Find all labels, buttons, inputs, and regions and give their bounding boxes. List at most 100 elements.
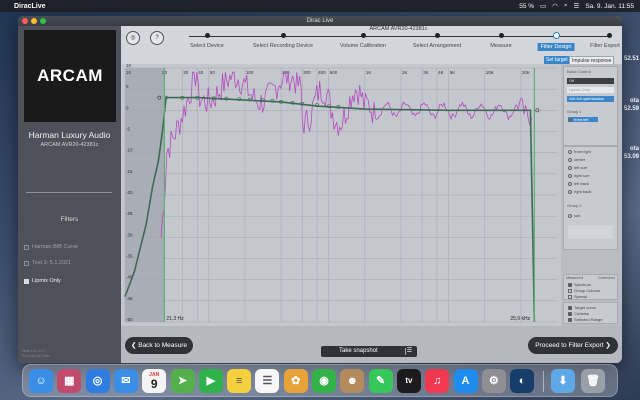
graph-canvas[interactable]: 10203040501002003004005001K2K3K4K5K10K20…: [121, 64, 561, 326]
step-dot[interactable]: [281, 33, 286, 38]
option-spread[interactable]: Spread: [568, 294, 587, 299]
radio-icon[interactable]: [568, 117, 572, 122]
step-select-device[interactable]: Select Device: [190, 43, 224, 49]
step-volume-calibration[interactable]: Volume Calibration: [340, 43, 386, 49]
channel-sub[interactable]: sub: [568, 213, 580, 218]
checkbox-icon[interactable]: [568, 317, 572, 322]
findmy-icon[interactable]: ◉: [312, 369, 336, 393]
step-select-recording-device[interactable]: Select Recording Device: [253, 43, 313, 49]
snapshot-menu-icon[interactable]: ☰: [405, 348, 413, 355]
channel-front-right[interactable]: front right: [568, 149, 591, 154]
take-snapshot-button[interactable]: Take snapshot ☰: [321, 346, 417, 357]
proceed-to-filter-export-button[interactable]: Proceed to Filter Export ❯: [528, 337, 618, 354]
radio-icon[interactable]: [568, 181, 572, 186]
downloads-icon[interactable]: ⬇: [551, 369, 575, 393]
music-icon[interactable]: ♫: [425, 369, 450, 393]
channel-label: right surr: [574, 173, 590, 178]
full-optimisation-button[interactable]: Get full optimisation: [567, 96, 614, 102]
sidebar-divider: [26, 192, 112, 193]
zoom-window-icon[interactable]: [40, 18, 46, 24]
option-target-curve[interactable]: Target curve: [568, 305, 596, 310]
checkbox-icon[interactable]: [568, 305, 572, 310]
filter-item[interactable]: Harman BtB Curve: [24, 244, 78, 250]
eq-icon[interactable]: ◎: [126, 31, 140, 45]
checkbox-icon[interactable]: [568, 311, 572, 316]
reminders-icon[interactable]: ☰: [255, 369, 280, 393]
channel-center[interactable]: center: [568, 157, 585, 162]
step-select-arrangement[interactable]: Select Arrangement: [413, 43, 461, 49]
filter-checkbox[interactable]: [24, 244, 29, 250]
step-filter-export[interactable]: Filter Export: [590, 43, 620, 49]
calendar-icon[interactable]: JAN 9: [142, 369, 167, 393]
channel-front-left[interactable]: front left: [568, 117, 599, 122]
diraclive-icon[interactable]: ◐: [510, 369, 535, 393]
radio-icon[interactable]: [568, 165, 572, 170]
channel-left-surr[interactable]: left surr: [568, 165, 587, 170]
group-slider-track[interactable]: [568, 225, 613, 239]
lipmix-only-button[interactable]: Lipmix Only: [567, 87, 614, 93]
battery-icon[interactable]: ▭: [540, 2, 546, 10]
step-dot[interactable]: [435, 33, 440, 38]
radio-icon[interactable]: [568, 213, 572, 218]
wifi-icon[interactable]: ◠: [552, 2, 558, 10]
freq-tick-label: 50: [210, 70, 216, 75]
device-title: ARCAM AVR20-42381c: [369, 26, 428, 32]
corrected-head: Corrected: [598, 276, 615, 280]
mail-icon[interactable]: ✉: [113, 369, 138, 393]
app-menu-title[interactable]: DiracLive: [14, 3, 46, 10]
notes-icon[interactable]: ≡: [227, 369, 252, 393]
close-window-icon[interactable]: [22, 18, 28, 24]
option-spectrum[interactable]: Spectrum: [568, 282, 591, 287]
filter-checkbox[interactable]: [24, 278, 29, 284]
systemprefs-icon[interactable]: ⚙: [481, 369, 506, 393]
minimize-window-icon[interactable]: [31, 18, 37, 24]
checkbox-icon[interactable]: [568, 294, 572, 299]
safari-icon[interactable]: ◎: [85, 369, 110, 393]
radio-icon[interactable]: [568, 189, 572, 194]
step-filter-design[interactable]: Filter Design: [537, 43, 575, 51]
contacts-icon[interactable]: ☻: [340, 369, 365, 393]
checkbox-icon[interactable]: [568, 282, 572, 287]
channel-right-surr[interactable]: right surr: [568, 173, 590, 178]
photos-icon[interactable]: ✿: [283, 369, 308, 393]
option-group-colours[interactable]: Group Colours: [568, 288, 600, 293]
wallpaper-readout: ota: [630, 98, 639, 104]
frequency-response-graph[interactable]: 10203040501002003004005001K2K3K4K5K10K20…: [121, 64, 561, 326]
filter-checkbox[interactable]: [24, 260, 29, 266]
step-dot[interactable]: [499, 33, 504, 38]
filter-item[interactable]: Test 3: 5.1.2021: [24, 260, 71, 266]
channel-left-back[interactable]: left back: [568, 181, 589, 186]
trash-icon[interactable]: 🗑: [581, 369, 605, 393]
radio-icon[interactable]: [568, 149, 572, 154]
radio-icon[interactable]: [568, 157, 572, 162]
battery-percent[interactable]: 55 %: [519, 3, 534, 10]
search-icon[interactable]: ⌕: [564, 2, 568, 10]
maps-icon[interactable]: ➤: [170, 369, 195, 393]
off-button[interactable]: Off: [567, 78, 614, 84]
step-dot-current[interactable]: [553, 32, 560, 39]
radio-icon[interactable]: [568, 173, 572, 178]
step-dot[interactable]: [361, 33, 366, 38]
step-dot[interactable]: [607, 33, 612, 38]
control-center-icon[interactable]: ☰: [574, 2, 580, 10]
filter-item-selected[interactable]: Lipmix Only: [24, 278, 61, 284]
channel-label: right back: [574, 189, 592, 194]
finder-icon[interactable]: ☺: [29, 369, 53, 393]
appletv-icon[interactable]: tv: [396, 369, 421, 393]
option-selected-range[interactable]: Selected Range: [568, 317, 602, 322]
help-icon[interactable]: ?: [150, 31, 164, 45]
back-to-measure-button[interactable]: ❮ Back to Measure: [125, 337, 193, 354]
channel-right-back[interactable]: right back: [568, 189, 591, 194]
step-dot[interactable]: [205, 33, 210, 38]
tab-set-target[interactable]: Set target: [544, 56, 570, 64]
window-titlebar[interactable]: Dirac Live: [18, 16, 622, 26]
appstore-icon[interactable]: A: [453, 369, 478, 393]
checkbox-icon[interactable]: [568, 288, 572, 293]
launchpad-icon[interactable]: ▦: [57, 369, 82, 393]
menu-clock[interactable]: Sa. 9. Jan. 11:55: [585, 3, 634, 10]
option-curtains[interactable]: Curtains: [568, 311, 589, 316]
option-label: Target curve: [574, 305, 597, 310]
step-measure[interactable]: Measure: [490, 43, 511, 49]
facetime-icon[interactable]: ▶: [198, 369, 223, 393]
messages-icon[interactable]: ✎: [368, 369, 393, 393]
